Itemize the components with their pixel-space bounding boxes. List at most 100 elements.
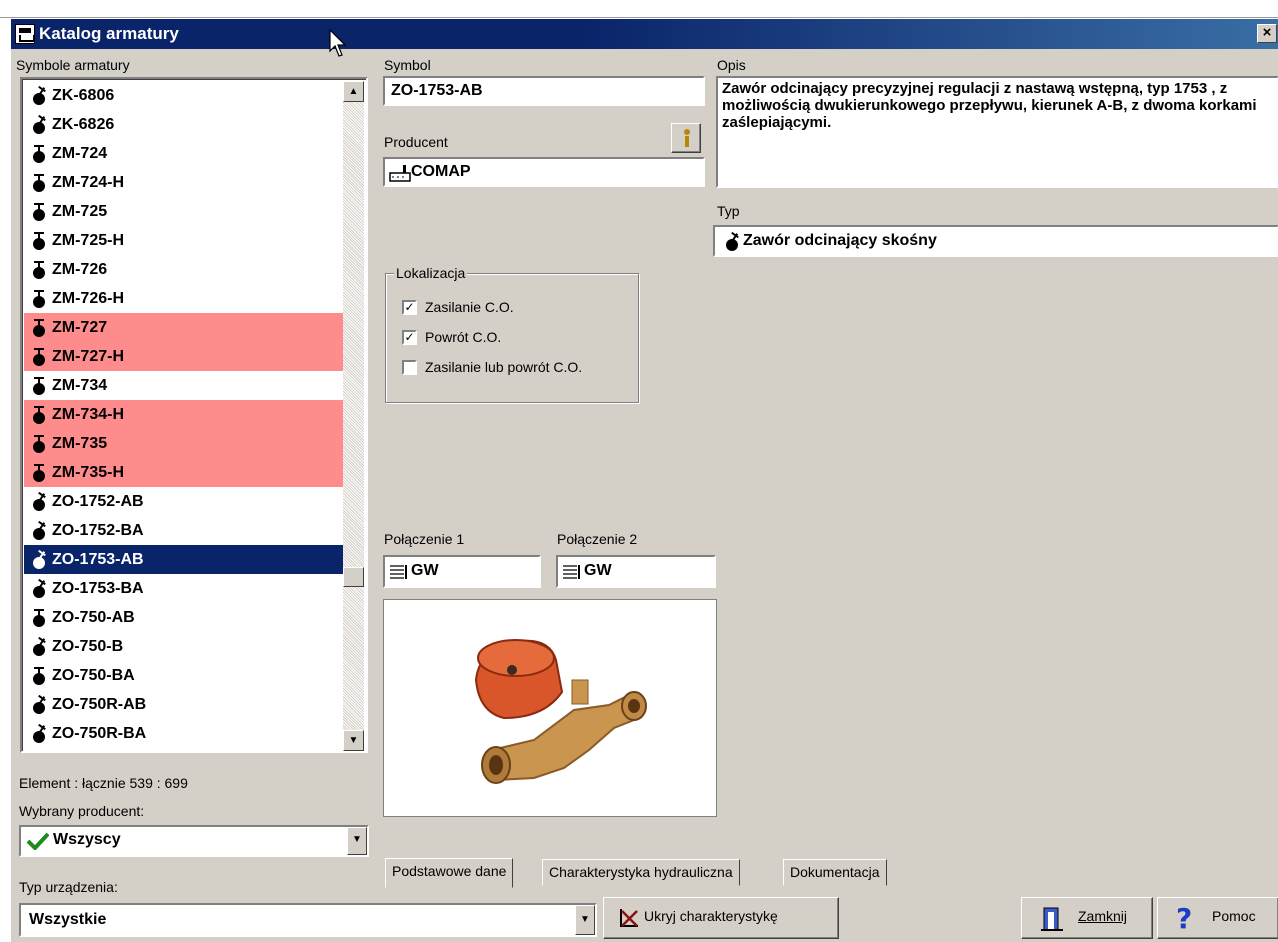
list-item-label: ZM-724 [52, 145, 108, 162]
list-item-label: ZM-724-H [52, 174, 125, 191]
thread-icon [563, 565, 580, 579]
typ-label: Typ [717, 203, 740, 219]
list-item-label: ZM-726 [52, 261, 108, 278]
screen-top-strip [0, 0, 1278, 18]
list-item[interactable]: ZM-734-H [24, 400, 344, 429]
window-title: Katalog armatury [39, 24, 179, 43]
list-item[interactable]: ZO-750-BA [24, 661, 344, 690]
list-item-label: ZM-734 [52, 377, 108, 394]
element-count-label: Element : łącznie 539 : 699 [19, 775, 188, 791]
list-item-label: ZO-750R-BA [52, 725, 147, 742]
valve-photo-icon [474, 639, 647, 784]
list-item-label: ZM-734-H [52, 406, 125, 423]
valve-icon [32, 203, 46, 221]
list-header-label: Symbole armatury [16, 57, 130, 73]
checkbox-box[interactable] [402, 360, 417, 375]
catalog-window: Katalog armatury × Symbole armatury ZK-6… [10, 19, 1278, 942]
list-item[interactable]: ZM-727 [24, 313, 344, 342]
tab-podstawowe-dane[interactable]: Podstawowe dane [385, 858, 514, 888]
type-field[interactable]: Zawór odcinający skośny [713, 225, 1278, 257]
list-item[interactable]: ZK-6806 [24, 81, 344, 110]
valve-icon [32, 174, 46, 192]
type-value: Zawór odcinający skośny [743, 232, 937, 249]
list-item-label: ZO-750-B [52, 638, 124, 655]
close-dialog-button[interactable]: Zamknij [1021, 897, 1153, 939]
mouse-cursor-icon [329, 29, 347, 57]
list-item-label: ZO-750-AB [52, 609, 135, 626]
chevron-down-icon[interactable]: ▼ [347, 827, 367, 855]
list-item[interactable]: ZO-1753-AB [24, 545, 344, 574]
list-item-label: ZK-6826 [52, 116, 115, 133]
scroll-down-button[interactable]: ▼ [343, 730, 364, 751]
help-button[interactable]: ? Pomoc [1157, 897, 1278, 939]
description-value: Zawór odcinający precyzyjnej regulacji z… [722, 80, 1257, 131]
valve-icon [32, 232, 46, 250]
connection2-field[interactable]: GW [556, 555, 716, 588]
polaczenie1-label: Połączenie 1 [384, 531, 465, 547]
connection1-value: GW [411, 562, 439, 579]
opis-label: Opis [717, 57, 746, 73]
list-item[interactable]: ZK-6826 [24, 110, 344, 139]
close-button[interactable]: × [1257, 24, 1277, 43]
checkbox-box[interactable]: ✓ [402, 300, 417, 315]
factory-icon [389, 165, 411, 182]
list-item[interactable]: ZM-735-H [24, 458, 344, 487]
lokalizacja-group: Lokalizacja ✓ Zasilanie C.O. ✓ Powrót C.… [385, 265, 639, 403]
list-item[interactable]: ZO-750R-BA [24, 719, 344, 748]
valve-icon [32, 464, 46, 482]
hide-characteristic-button[interactable]: Ukryj charakterystykę [603, 897, 839, 939]
producer-filter-value: Wszyscy [53, 831, 121, 848]
valve-icon [32, 114, 46, 134]
list-item-label: ZM-735 [52, 435, 108, 452]
typ-urzadzenia-label: Typ urządzenia: [19, 879, 118, 895]
valve-product-image [383, 599, 717, 817]
producer-filter-dropdown[interactable]: Wszyscy ▼ [19, 825, 369, 857]
list-item-label: ZO-1752-BA [52, 522, 144, 539]
list-item[interactable]: ZO-750-AB [24, 603, 344, 632]
list-item[interactable]: ZM-727-H [24, 342, 344, 371]
list-item-label: ZM-725-H [52, 232, 125, 249]
symbol-label: Symbol [384, 57, 431, 73]
list-item[interactable]: ZM-734 [24, 371, 344, 400]
list-item[interactable]: ZO-1753-BA [24, 574, 344, 603]
list-item[interactable]: ZM-725-H [24, 226, 344, 255]
valve-icon [32, 406, 46, 424]
list-item[interactable]: ZM-735 [24, 429, 344, 458]
valve-icon [32, 609, 46, 627]
list-item[interactable]: ZO-1752-AB [24, 487, 344, 516]
list-item[interactable]: ZO-750R-AB [24, 690, 344, 719]
valve-icon [32, 667, 46, 685]
list-item-label: ZO-750-BA [52, 667, 135, 684]
symbol-field[interactable]: ZO-1753-AB [383, 76, 705, 106]
producent-label: Producent [384, 134, 448, 150]
list-item[interactable]: ZO-750-B [24, 632, 344, 661]
scroll-up-button[interactable]: ▲ [343, 81, 364, 102]
tab-charakterystyka-hydrauliczna[interactable]: Charakterystyka hydrauliczna [542, 859, 740, 886]
list-scrollbar[interactable]: ▲ ▼ [343, 81, 364, 751]
list-item-label: ZO-1752-AB [52, 493, 144, 510]
list-item[interactable]: ZM-726-H [24, 284, 344, 313]
list-item[interactable]: ZM-724 [24, 139, 344, 168]
producer-info-button[interactable] [671, 123, 701, 153]
list-item[interactable]: ZO-1752-BA [24, 516, 344, 545]
checkbox-label: Powrót C.O. [425, 329, 502, 345]
scroll-thumb[interactable] [343, 567, 364, 587]
list-item[interactable]: ZM-724-H [24, 168, 344, 197]
tab-dokumentacja[interactable]: Dokumentacja [783, 859, 887, 886]
checkbox-label: Zasilanie C.O. [425, 299, 514, 315]
device-type-dropdown[interactable]: Wszystkie ▼ [19, 903, 597, 937]
symbol-listbox[interactable]: ZK-6806 ZK-6826 ZM-724 ZM-724-H ZM-725 ZM-725… [20, 77, 368, 753]
device-type-value: Wszystkie [29, 911, 107, 928]
list-item[interactable]: ZM-725 [24, 197, 344, 226]
connection1-field[interactable]: GW [383, 555, 541, 588]
chevron-down-icon[interactable]: ▼ [575, 905, 595, 935]
list-item[interactable]: ZM-726 [24, 255, 344, 284]
crossed-chart-icon [620, 909, 638, 927]
producer-field[interactable]: COMAP [383, 157, 705, 187]
valve-icon [32, 694, 46, 714]
lokalizacja-legend: Lokalizacja [394, 265, 468, 281]
description-field[interactable]: Zawór odcinający precyzyjnej regulacji z… [716, 76, 1278, 188]
title-bar[interactable]: Katalog armatury × [11, 19, 1278, 49]
valve-icon [725, 231, 739, 251]
checkbox-box[interactable]: ✓ [402, 330, 417, 345]
